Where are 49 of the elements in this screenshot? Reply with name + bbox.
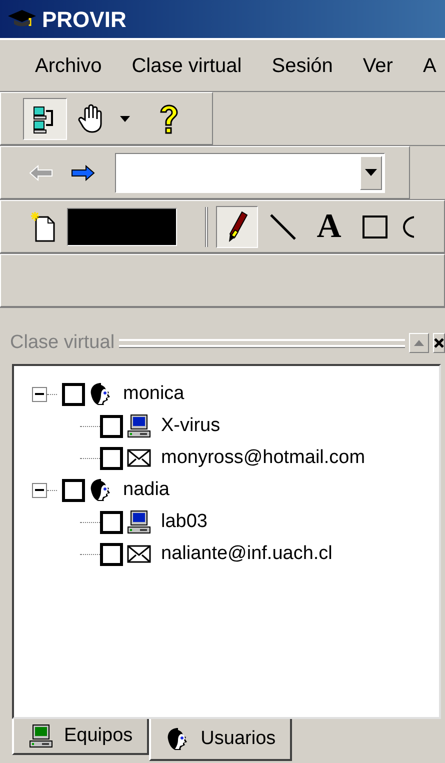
tab[interactable]: Usuarios — [148, 719, 292, 761]
envelope-icon — [127, 545, 151, 563]
computer-icon — [126, 413, 152, 439]
menu-item[interactable]: Clase virtual — [132, 50, 242, 80]
left-arrow-icon — [29, 164, 53, 180]
computer-icon — [126, 509, 152, 535]
tree-item-label[interactable]: naliante@inf.uach.cl — [161, 540, 332, 568]
collapse-toggle[interactable] — [32, 482, 47, 498]
pane-title: Clase virtual — [10, 330, 115, 355]
menu-item[interactable]: Ver — [362, 50, 393, 80]
close-icon — [434, 338, 444, 348]
window-title: PROVIR — [42, 6, 126, 34]
right-arrow-icon — [71, 164, 95, 180]
tree-item-label[interactable]: lab03 — [161, 508, 208, 536]
checkbox[interactable] — [62, 478, 85, 502]
menu-item[interactable]: A — [422, 50, 436, 80]
tree-item-label[interactable]: nadia — [123, 476, 170, 504]
checkbox[interactable] — [100, 414, 123, 438]
up-triangle-icon — [414, 340, 424, 346]
envelope-icon — [127, 449, 151, 467]
text-tool-button[interactable]: A — [308, 206, 350, 248]
checkbox[interactable] — [100, 446, 123, 470]
question-mark-icon — [158, 102, 180, 134]
menu-item[interactable]: Sesión — [272, 50, 333, 80]
new-document-icon — [30, 210, 56, 242]
color-swatch[interactable] — [67, 208, 177, 246]
tree-item-label[interactable]: X-virus — [161, 412, 220, 440]
checkbox[interactable] — [100, 542, 123, 566]
pencil-tool-button[interactable] — [216, 206, 258, 248]
line-tool-icon — [268, 212, 298, 242]
tree-item-label[interactable]: monyross@hotmail.com — [161, 444, 366, 472]
dropdown-arrow-icon — [365, 169, 377, 176]
close-button[interactable] — [433, 333, 445, 353]
checkbox[interactable] — [100, 510, 123, 534]
grip-bar[interactable] — [118, 339, 405, 347]
ellipse-tool-icon — [402, 214, 414, 238]
tab[interactable]: Equipos — [12, 719, 149, 755]
network-button[interactable] — [23, 98, 67, 140]
tree-item-label[interactable]: monica — [123, 380, 184, 408]
rectangle-tool-icon — [362, 214, 388, 238]
dropdown-arrow-icon — [120, 116, 130, 122]
address-combobox[interactable] — [115, 152, 385, 192]
collapse-toggle[interactable] — [32, 386, 47, 402]
checkbox[interactable] — [62, 382, 85, 406]
menu-item[interactable]: Archivo — [35, 50, 102, 80]
text-tool-icon: A — [316, 210, 342, 244]
hand-icon — [77, 104, 105, 134]
minimize-button[interactable] — [409, 333, 429, 353]
computer-icon — [28, 723, 54, 749]
